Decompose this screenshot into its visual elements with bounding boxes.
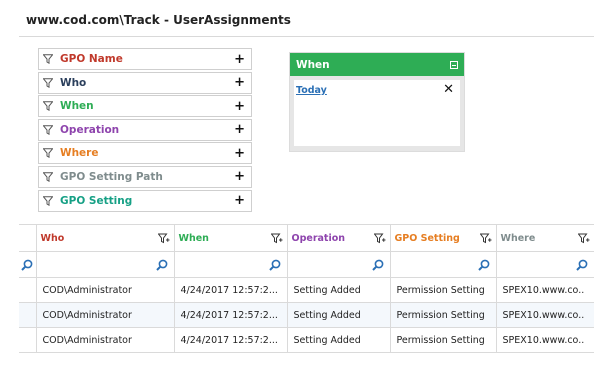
filter-icon <box>43 172 53 182</box>
cell-who: COD\Administrator <box>36 302 175 328</box>
row-spacer <box>19 277 37 303</box>
cell-gpo-setting: Permission Setting <box>390 277 497 303</box>
column-filter-icon[interactable] <box>270 233 283 244</box>
filter-label: GPO Name <box>60 53 123 65</box>
search-icon[interactable] <box>268 259 281 271</box>
grid-header-row: Who When Operation GPO Setting Where <box>19 224 594 252</box>
filter-icon <box>43 195 53 206</box>
today-link[interactable]: Today <box>296 85 327 96</box>
cell-gpo-setting: Permission Setting <box>390 327 497 353</box>
cell-when: 4/24/2017 12:57:2... <box>174 277 288 303</box>
column-header-label: Who <box>40 232 65 244</box>
column-header-who[interactable]: Who <box>36 224 175 252</box>
filter-label: GPO Setting Path <box>60 170 163 183</box>
cell-operation: Setting Added <box>287 327 391 353</box>
plus-icon[interactable]: + <box>234 170 245 183</box>
cell-who: COD\Administrator <box>36 277 175 303</box>
filter-list: GPO Name + Who + When + Operation + Wher… <box>38 48 252 213</box>
column-header-gpo-setting[interactable]: GPO Setting <box>390 224 497 252</box>
cell-gpo-setting: Permission Setting <box>390 302 497 328</box>
filter-item-who[interactable]: Who + <box>38 71 252 94</box>
grid-search-row <box>19 251 594 278</box>
page-title: www.cod.com\Track - UserAssignments <box>26 13 291 27</box>
filter-item-gpo-setting-path[interactable]: GPO Setting Path + <box>38 165 252 188</box>
column-filter-icon[interactable] <box>479 233 492 244</box>
search-icon[interactable] <box>477 259 490 271</box>
filter-label: GPO Setting <box>60 194 133 207</box>
search-icon[interactable] <box>21 259 33 271</box>
plus-icon[interactable]: + <box>234 76 245 89</box>
cell-where: SPEX10.www.co.. <box>496 277 594 303</box>
search-cell-operation <box>287 251 391 278</box>
filter-icon <box>43 125 53 135</box>
search-cell-gpo-setting <box>390 251 497 278</box>
table-row[interactable]: COD\Administrator 4/24/2017 12:57:2... S… <box>19 277 594 303</box>
column-header-label: When <box>178 232 209 244</box>
search-cell-when <box>174 251 288 278</box>
results-grid: Who When Operation GPO Setting Where COD… <box>19 224 594 353</box>
plus-icon[interactable]: + <box>234 147 245 160</box>
row-spacer <box>19 327 37 353</box>
filter-label: Who <box>60 76 87 89</box>
when-panel-title: When <box>296 58 330 71</box>
filter-item-where[interactable]: Where + <box>38 142 252 165</box>
filter-item-when[interactable]: When + <box>38 95 252 118</box>
search-icon[interactable] <box>155 259 168 271</box>
column-filter-icon[interactable] <box>373 233 386 244</box>
plus-icon[interactable]: + <box>234 123 245 136</box>
cell-when: 4/24/2017 12:57:2... <box>174 327 288 353</box>
column-header-when[interactable]: When <box>174 224 288 252</box>
filter-label: Where <box>60 147 99 160</box>
column-header-label: GPO Setting <box>394 232 460 244</box>
plus-icon[interactable]: + <box>234 53 245 66</box>
column-header-label: Where <box>500 232 536 244</box>
when-panel-body: Today ✕ <box>294 80 460 146</box>
filter-label: When <box>60 100 94 113</box>
search-input-who[interactable] <box>36 252 173 277</box>
plus-icon[interactable]: + <box>234 194 245 207</box>
filter-item-gpo-setting[interactable]: GPO Setting + <box>38 189 252 212</box>
when-filter-panel: When Today ✕ <box>289 52 465 152</box>
filter-icon <box>43 148 53 159</box>
filter-item-gpo-name[interactable]: GPO Name + <box>38 48 252 70</box>
cell-operation: Setting Added <box>287 302 391 328</box>
when-panel-header: When <box>290 53 464 76</box>
filter-item-operation[interactable]: Operation + <box>38 118 252 141</box>
column-header-where[interactable]: Where <box>496 224 594 252</box>
filter-label: Operation <box>60 123 120 136</box>
table-row[interactable]: COD\Administrator 4/24/2017 12:57:2... S… <box>19 327 594 353</box>
column-filter-icon[interactable] <box>157 233 170 244</box>
column-header-operation[interactable]: Operation <box>287 224 391 252</box>
collapse-icon[interactable] <box>450 60 458 69</box>
column-header-label: Operation <box>291 232 346 244</box>
close-icon[interactable]: ✕ <box>443 82 454 97</box>
plus-icon[interactable]: + <box>234 100 245 113</box>
cell-who: COD\Administrator <box>36 327 175 353</box>
title-divider <box>19 36 594 37</box>
cell-where: SPEX10.www.co.. <box>496 327 594 353</box>
search-cell-who <box>36 251 175 278</box>
search-row-icon-cell <box>19 251 37 278</box>
cell-operation: Setting Added <box>287 277 391 303</box>
cell-when: 4/24/2017 12:57:2... <box>174 302 288 328</box>
filter-icon <box>43 101 53 112</box>
search-cell-where <box>496 251 594 278</box>
search-icon[interactable] <box>371 259 384 271</box>
filter-icon <box>43 54 53 64</box>
search-icon[interactable] <box>576 259 588 271</box>
table-row[interactable]: COD\Administrator 4/24/2017 12:57:2... S… <box>19 302 594 328</box>
row-spacer <box>19 302 37 328</box>
filter-icon <box>43 77 53 88</box>
column-filter-icon[interactable] <box>578 233 590 244</box>
cell-where: SPEX10.www.co.. <box>496 302 594 328</box>
header-spacer <box>19 224 37 252</box>
